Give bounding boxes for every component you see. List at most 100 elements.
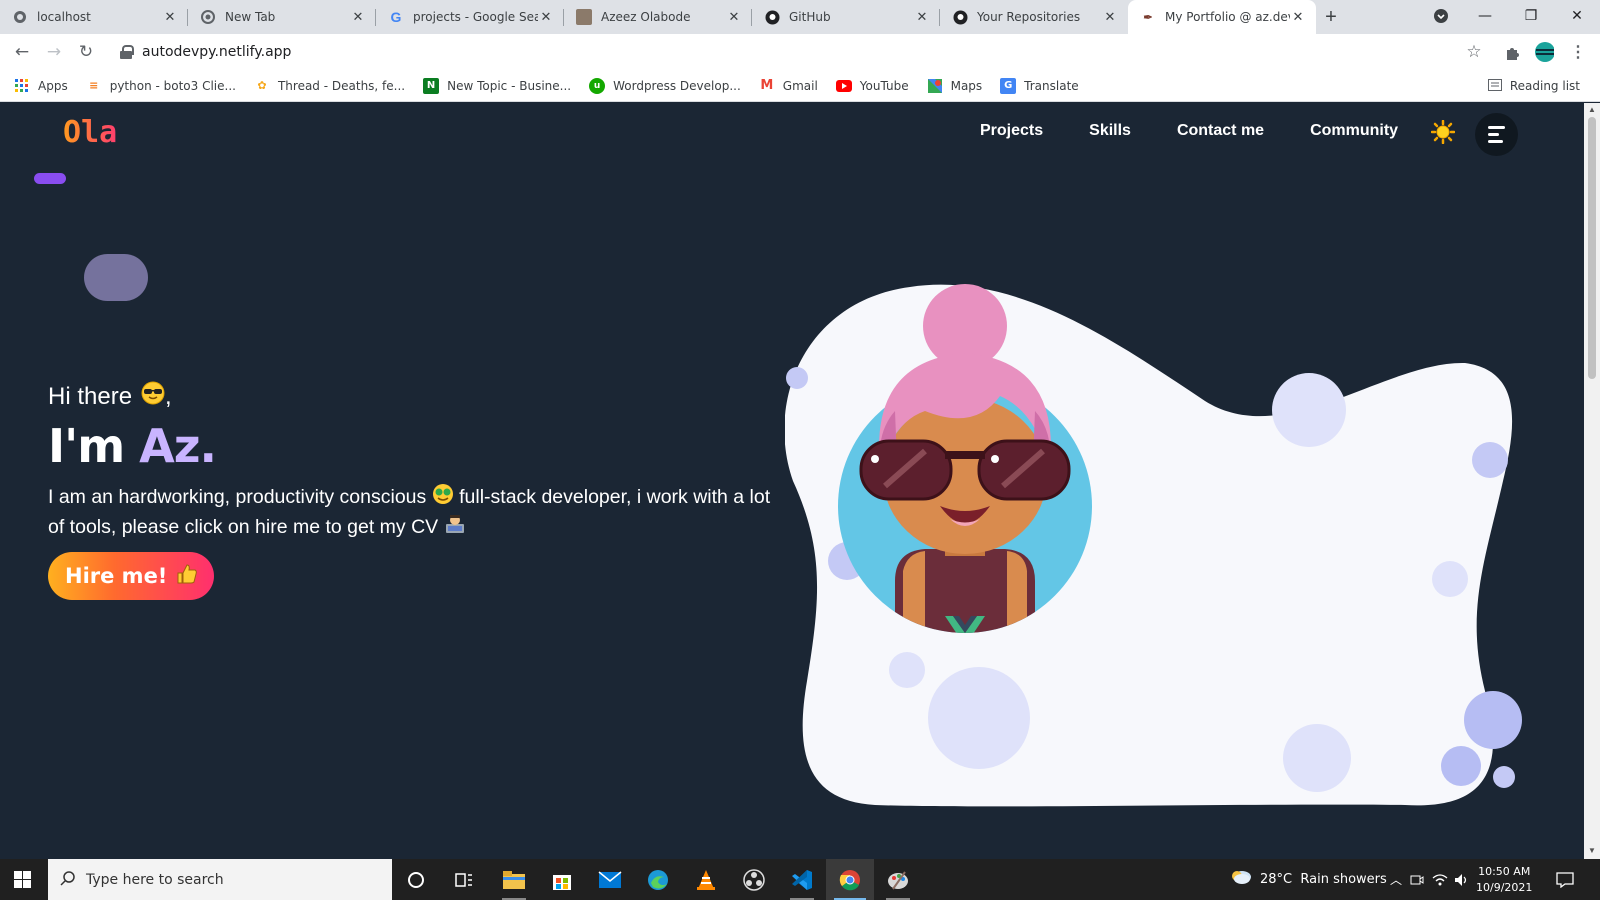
bookmark-gmail[interactable]: M Gmail [759, 78, 818, 94]
tab-title: localhost [37, 10, 91, 24]
close-icon[interactable]: ✕ [350, 10, 366, 25]
thread-icon: ✿ [257, 79, 267, 92]
obs-icon[interactable] [730, 859, 778, 900]
headline-prefix: I'm [48, 419, 140, 473]
close-icon[interactable]: ✕ [1102, 10, 1118, 25]
bubble [786, 367, 808, 389]
portfolio-page: Ola Projects Skills Contact me Community… [0, 103, 1584, 859]
site-logo[interactable]: Ola [63, 115, 117, 150]
scroll-up-arrow[interactable]: ▲ [1588, 105, 1596, 114]
tab-new-tab[interactable]: New Tab ✕ [188, 0, 376, 34]
mail-icon[interactable] [586, 859, 634, 900]
tab-my-portfolio[interactable]: ✒ My Portfolio @ az.dev ✕ [1128, 0, 1316, 34]
logo-underline [34, 173, 66, 184]
decorative-blob [84, 254, 148, 301]
bookmark-label: Translate [1024, 78, 1079, 93]
bubble [1432, 561, 1468, 597]
bookmark-python-boto3[interactable]: ≡ python - boto3 Clie... [86, 78, 236, 94]
reload-button[interactable]: ↻ [74, 40, 98, 64]
tab-localhost[interactable]: localhost ✕ [0, 0, 188, 34]
task-view-icon[interactable] [440, 859, 488, 900]
wifi-icon[interactable] [1432, 859, 1448, 900]
cortana-icon[interactable] [392, 859, 440, 900]
tab-google-search[interactable]: G projects - Google Search ✕ [376, 0, 564, 34]
tray-chevron-icon[interactable]: ︿ [1390, 859, 1402, 900]
close-icon[interactable]: ✕ [914, 10, 930, 25]
hire-me-button[interactable]: Hire me! [48, 552, 214, 600]
nav-skills[interactable]: Skills [1089, 122, 1131, 140]
tab-title: projects - Google Search [413, 10, 538, 24]
nav-projects[interactable]: Projects [980, 122, 1043, 140]
bookmark-label: New Topic - Busine... [447, 78, 572, 93]
close-icon[interactable]: ✕ [1290, 10, 1306, 25]
nairaland-icon: N [423, 77, 440, 94]
taskbar-clock[interactable]: 10:50 AM 10/9/2021 [1476, 864, 1532, 896]
meet-now-icon[interactable] [1410, 859, 1424, 900]
upwork-icon: u [589, 77, 606, 94]
sun-icon[interactable] [1430, 119, 1456, 145]
youtube-icon [835, 78, 852, 94]
profile-photo-icon [576, 9, 592, 25]
nav-contact-me[interactable]: Contact me [1177, 122, 1264, 140]
taskbar-search-box[interactable]: Type here to search [48, 859, 392, 900]
page-scrollbar[interactable]: ▲ ▼ [1584, 103, 1600, 859]
tab-azeez-olabode[interactable]: Azeez Olabode ✕ [564, 0, 752, 34]
tab-title: New Tab [225, 10, 276, 24]
weather-widget[interactable]: 28°C Rain showers [1230, 859, 1387, 900]
forward-button[interactable]: → [42, 40, 66, 64]
profile-avatar[interactable] [1534, 42, 1554, 62]
minimize-button[interactable]: — [1462, 0, 1508, 32]
chrome-menu-icon[interactable]: ⋮ [1568, 42, 1588, 62]
edge-icon[interactable] [634, 859, 682, 900]
weather-text: 28°C Rain showers [1260, 872, 1387, 887]
gmail-icon: M [760, 78, 774, 93]
chrome-icon [200, 9, 216, 25]
tab-your-repositories[interactable]: Your Repositories ✕ [940, 0, 1128, 34]
tab-title: GitHub [789, 10, 831, 24]
extensions-icon[interactable] [1503, 42, 1523, 62]
vlc-icon[interactable] [682, 859, 730, 900]
back-button[interactable]: ← [10, 40, 34, 64]
maps-icon [927, 78, 943, 94]
bookmark-wordpress[interactable]: u Wordpress Develop... [589, 77, 741, 94]
new-tab-button[interactable]: + [1316, 0, 1346, 34]
address-bar[interactable]: autodevpy.netlify.app [108, 37, 1488, 67]
translate-icon: G [1000, 77, 1017, 94]
bookmark-thread[interactable]: ✿ Thread - Deaths, fe... [254, 78, 405, 94]
close-icon[interactable]: ✕ [162, 10, 178, 25]
bookmark-apps[interactable]: Apps [14, 78, 68, 94]
bookmark-youtube[interactable]: YouTube [835, 78, 909, 94]
close-icon[interactable]: ✕ [726, 10, 742, 25]
volume-icon[interactable] [1454, 859, 1470, 900]
sunglasses-emoji-icon [141, 381, 165, 412]
tab-search-icon[interactable] [1418, 0, 1464, 32]
bubble [1493, 766, 1515, 788]
bubble [1472, 442, 1508, 478]
windows-start-button[interactable] [14, 871, 31, 888]
bookmark-maps[interactable]: Maps [927, 78, 982, 94]
close-window-button[interactable]: ✕ [1554, 0, 1600, 32]
hamburger-menu-button[interactable] [1475, 113, 1518, 156]
microsoft-store-icon[interactable] [538, 859, 586, 900]
vscode-icon[interactable] [778, 859, 826, 900]
scrollbar-thumb[interactable] [1588, 117, 1596, 379]
close-icon[interactable]: ✕ [538, 10, 554, 25]
restore-button[interactable]: ❐ [1508, 0, 1554, 32]
github-icon [764, 9, 780, 25]
notifications-icon[interactable] [1556, 859, 1574, 900]
headline: I'm Az. [48, 419, 217, 473]
nav-community[interactable]: Community [1310, 122, 1398, 140]
bubble [1464, 691, 1522, 749]
tab-github[interactable]: GitHub ✕ [752, 0, 940, 34]
scroll-down-arrow[interactable]: ▼ [1588, 846, 1596, 855]
star-icon[interactable]: ☆ [1464, 42, 1484, 62]
bookmark-new-topic[interactable]: N New Topic - Busine... [423, 77, 572, 94]
bookmark-translate[interactable]: G Translate [1000, 77, 1079, 94]
url-text: autodevpy.netlify.app [142, 44, 292, 60]
chrome-taskbar-icon[interactable] [826, 859, 874, 900]
file-explorer-icon[interactable] [490, 859, 538, 900]
bookmark-label: Wordpress Develop... [613, 78, 741, 93]
bookmark-label: Gmail [782, 78, 818, 93]
reading-list-button[interactable]: Reading list [1487, 70, 1580, 102]
paint-icon[interactable] [874, 859, 922, 900]
